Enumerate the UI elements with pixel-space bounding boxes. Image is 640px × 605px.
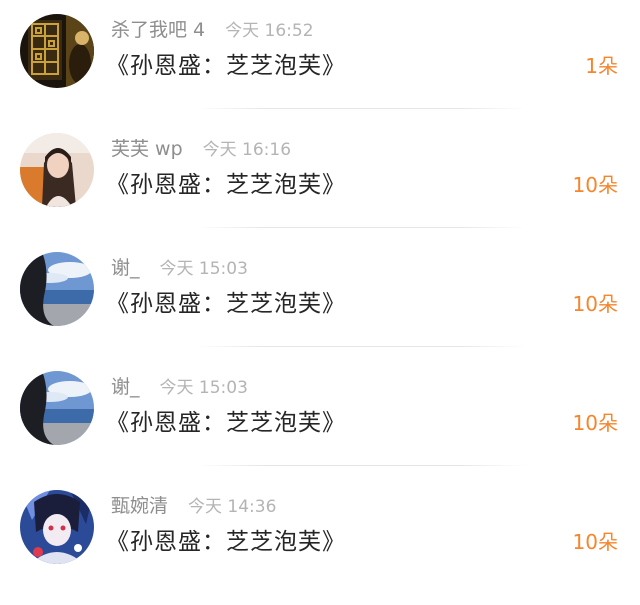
divider — [196, 108, 526, 109]
timestamp: 今天 15:03 — [159, 258, 248, 279]
avatar-sea-sky-icon — [20, 371, 94, 445]
item-meta: 杀了我吧 4 今天 16:52 — [111, 14, 314, 42]
avatar[interactable] — [20, 252, 94, 326]
timestamp: 今天 16:16 — [202, 139, 292, 160]
avatar-girl-selfie-icon — [20, 133, 94, 207]
item-meta: 谢_ 今天 15:03 — [111, 252, 248, 280]
timestamp: 今天 15:03 — [159, 377, 248, 398]
divider — [196, 465, 526, 466]
gift-title: 《孙恩盛：芝芝泡芙》 — [106, 53, 346, 79]
timestamp: 今天 16:52 — [225, 20, 314, 41]
avatar[interactable] — [20, 14, 94, 88]
gift-list: 杀了我吧 4 今天 16:52 《孙恩盛：芝芝泡芙》 1朵 芙芙 wp 今天 1… — [0, 0, 640, 579]
user-name[interactable]: 谢_ — [111, 372, 140, 399]
gift-title: 《孙恩盛：芝芝泡芙》 — [106, 529, 346, 555]
gift-title: 《孙恩盛：芝芝泡芙》 — [106, 172, 346, 198]
avatar-sea-sky-icon — [20, 252, 94, 326]
divider — [196, 227, 526, 228]
flower-count: 10朵 — [572, 173, 618, 197]
user-name[interactable]: 芙芙 wp — [111, 134, 183, 161]
avatar[interactable] — [20, 133, 94, 207]
list-item[interactable]: 甄婉清 今天 14:36 《孙恩盛：芝芝泡芙》 10朵 — [0, 486, 640, 605]
flower-count: 10朵 — [572, 411, 618, 435]
user-name[interactable]: 谢_ — [111, 253, 140, 280]
avatar[interactable] — [20, 371, 94, 445]
avatar-dark-lattice-window-icon — [20, 14, 94, 88]
flower-count: 10朵 — [572, 530, 618, 554]
list-item[interactable]: 杀了我吧 4 今天 16:52 《孙恩盛：芝芝泡芙》 1朵 — [0, 10, 640, 129]
avatar-anime-character-icon — [20, 490, 94, 564]
flower-count: 1朵 — [585, 54, 618, 78]
avatar[interactable] — [20, 490, 94, 564]
flower-count: 10朵 — [572, 292, 618, 316]
timestamp: 今天 14:36 — [188, 496, 277, 517]
user-name[interactable]: 甄婉清 — [111, 491, 168, 518]
list-item[interactable]: 谢_ 今天 15:03 《孙恩盛：芝芝泡芙》 10朵 — [0, 248, 640, 367]
item-meta: 甄婉清 今天 14:36 — [111, 490, 276, 518]
item-meta: 芙芙 wp 今天 16:16 — [111, 133, 291, 161]
divider — [196, 346, 526, 347]
item-meta: 谢_ 今天 15:03 — [111, 371, 248, 399]
list-item[interactable]: 芙芙 wp 今天 16:16 《孙恩盛：芝芝泡芙》 10朵 — [0, 129, 640, 248]
user-name[interactable]: 杀了我吧 4 — [111, 15, 205, 42]
gift-title: 《孙恩盛：芝芝泡芙》 — [106, 291, 346, 317]
gift-title: 《孙恩盛：芝芝泡芙》 — [106, 410, 346, 436]
list-item[interactable]: 谢_ 今天 15:03 《孙恩盛：芝芝泡芙》 10朵 — [0, 367, 640, 486]
